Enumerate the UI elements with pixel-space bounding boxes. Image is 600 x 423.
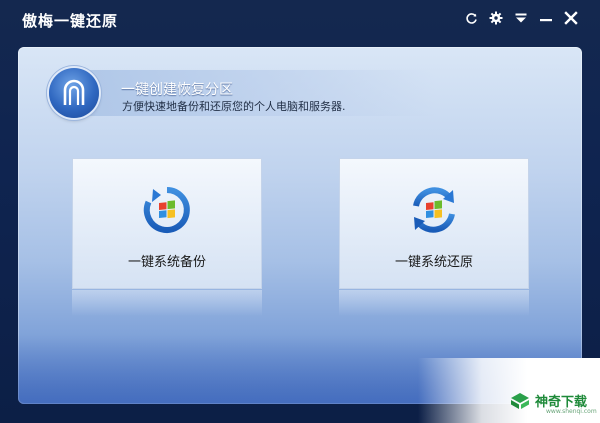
restore-windows-icon <box>413 187 455 233</box>
backup-windows-icon <box>143 187 190 233</box>
header-title[interactable]: 一键创建恢复分区 <box>121 79 233 99</box>
menu-icon[interactable] <box>514 11 528 25</box>
title-bar[interactable]: 傲梅一键还原 <box>0 0 600 44</box>
window-controls <box>464 8 578 28</box>
main-panel: 一键创建恢复分区 方便快速地备份和还原您的个人电脑和服务器. 一键系统备份 一键… <box>18 47 582 404</box>
partition-arch-icon[interactable] <box>49 68 99 118</box>
backup-reflection <box>72 290 262 316</box>
gear-icon[interactable] <box>489 11 503 25</box>
app-window: 傲梅一键还原 一键创建恢复分区 方便快速地备份和还原您的个人电脑和服务器. 一键… <box>0 0 600 423</box>
restore-label: 一键系统还原 <box>394 255 473 270</box>
app-title: 傲梅一键还原 <box>22 12 119 30</box>
backup-button[interactable]: 一键系统备份 <box>72 158 262 289</box>
header-subtitle: 方便快速地备份和还原您的个人电脑和服务器. <box>122 100 346 113</box>
backup-label: 一键系统备份 <box>127 255 206 270</box>
minimize-icon[interactable] <box>539 11 553 25</box>
refresh-icon[interactable] <box>464 11 478 25</box>
close-icon[interactable] <box>564 11 578 25</box>
watermark-url: www.shenqi.com <box>546 408 597 415</box>
restore-reflection <box>339 290 529 316</box>
shenqi-logo-icon <box>511 393 529 409</box>
restore-button[interactable]: 一键系统还原 <box>339 158 529 289</box>
